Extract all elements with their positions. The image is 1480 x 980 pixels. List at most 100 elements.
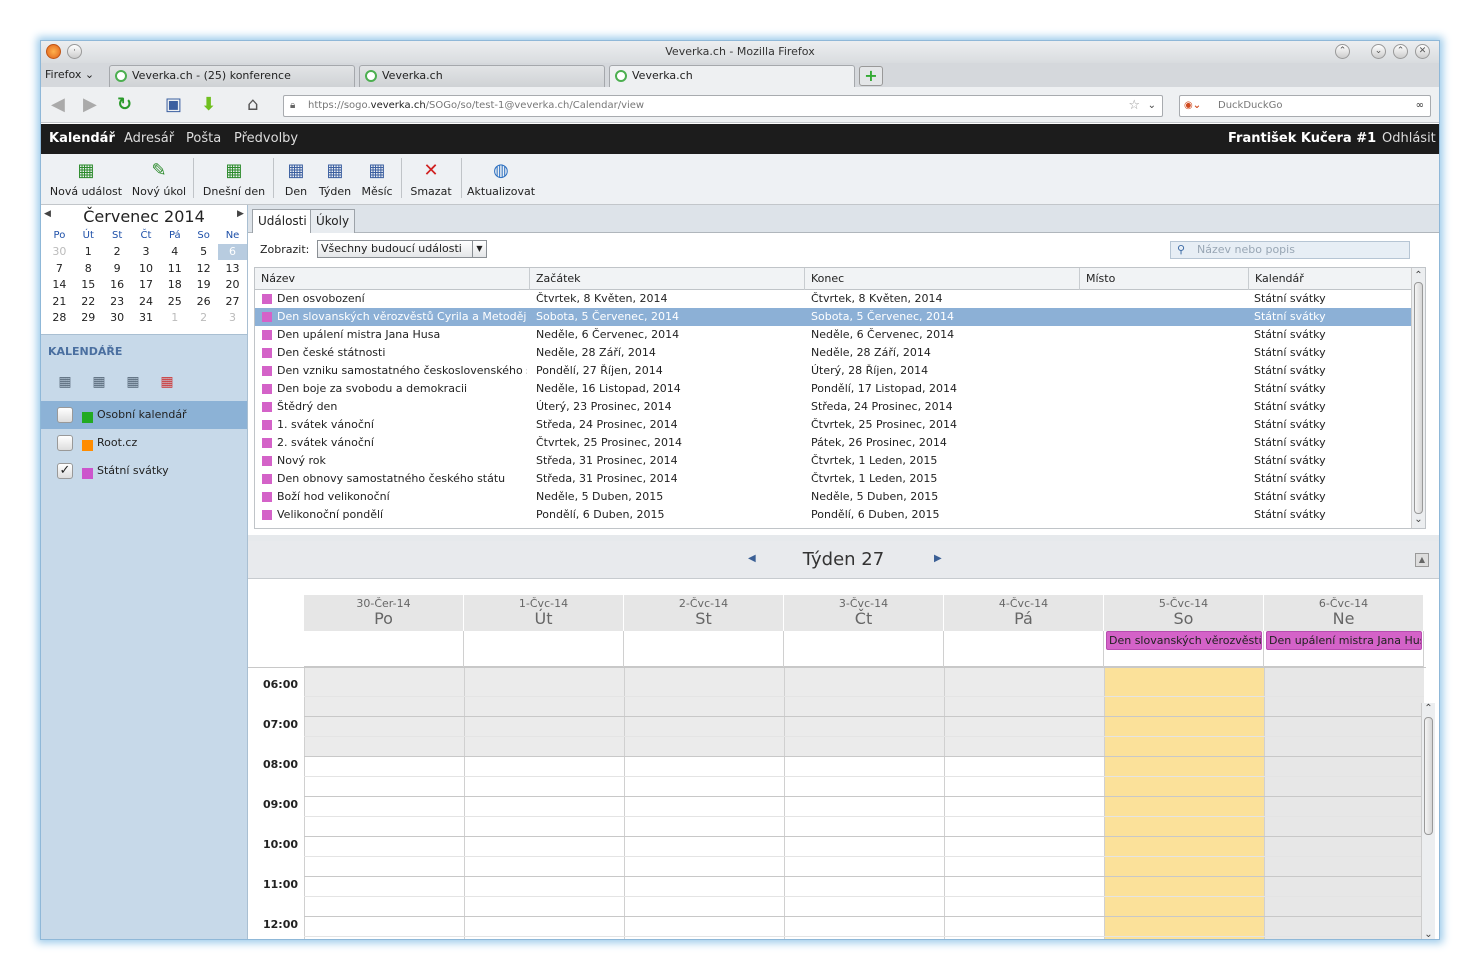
day-header[interactable]: 5-Čvc-14 So	[1104, 595, 1264, 631]
calendar-properties-icon[interactable]: ▦	[123, 373, 143, 391]
event-row[interactable]: Den vzniku samostatného československého…	[255, 362, 1417, 380]
day-header[interactable]: 1-Čvc-14 Út	[464, 595, 624, 631]
mini-calendar-day[interactable]: 8	[74, 260, 103, 277]
mini-calendar-day[interactable]: 23	[103, 293, 132, 310]
next-week-icon[interactable]: ▶	[934, 553, 942, 564]
event-row[interactable]: Den upálení mistra Jana Husa Neděle, 6 Č…	[255, 326, 1417, 344]
mini-calendar-day[interactable]: 1	[160, 310, 189, 327]
mini-calendar-day[interactable]: 22	[74, 293, 103, 310]
column-header-name[interactable]: Název	[255, 268, 530, 290]
logout-link[interactable]: Odhlásit	[1382, 131, 1436, 146]
event-row[interactable]: 2. svátek vánoční Čtvrtek, 25 Prosinec, …	[255, 434, 1417, 452]
column-header-place[interactable]: Místo	[1080, 268, 1249, 290]
calendar-item-holidays[interactable]: ✓ Státní svátky	[41, 457, 247, 485]
day-column[interactable]	[1264, 668, 1424, 939]
mini-calendar-day[interactable]: 10	[132, 260, 161, 277]
new-event-button[interactable]: ▦ Nová událost	[47, 156, 125, 198]
download-icon[interactable]: ⬇	[201, 95, 216, 115]
all-day-cell[interactable]	[304, 631, 464, 667]
mini-calendar-day[interactable]: 18	[160, 277, 189, 294]
mini-calendar-day[interactable]: 28	[45, 310, 74, 327]
mini-calendar-day[interactable]: 31	[132, 310, 161, 327]
mini-calendar-day[interactable]: 30	[103, 310, 132, 327]
day-header[interactable]: 2-Čvc-14 St	[624, 595, 784, 631]
day-header[interactable]: 6-Čvc-14 Ne	[1264, 595, 1424, 631]
minimize-icon[interactable]: ⌄	[1371, 44, 1386, 59]
mini-calendar-day[interactable]: 16	[103, 277, 132, 294]
maximize-icon[interactable]: ⌃	[1393, 44, 1408, 59]
mini-calendar-day[interactable]: 26	[189, 293, 218, 310]
mini-calendar-day[interactable]: 2	[189, 310, 218, 327]
browser-tab-active[interactable]: Veverka.ch	[609, 65, 855, 87]
all-day-cell[interactable]	[944, 631, 1104, 667]
mini-calendar-day[interactable]: 15	[74, 277, 103, 294]
mini-calendar-day[interactable]: 24	[132, 293, 161, 310]
nav-contacts[interactable]: Adresář	[124, 131, 174, 146]
binoculars-icon[interactable]: ∞	[1416, 96, 1424, 116]
week-scrollbar[interactable]: ⌃ ⌄	[1421, 703, 1435, 939]
event-row[interactable]: Velikonoční pondělí Pondělí, 6 Duben, 20…	[255, 506, 1417, 524]
scroll-up-icon[interactable]: ⌃	[1422, 703, 1435, 715]
star-icon[interactable]: ☆	[1128, 96, 1140, 116]
duckduckgo-icon[interactable]: ◉⌄	[1184, 96, 1201, 116]
mini-calendar-day[interactable]: 13	[218, 260, 247, 277]
scroll-up-icon[interactable]: ⌃	[1412, 270, 1425, 282]
firefox-menu-button[interactable]: Firefox ⌄	[45, 66, 94, 84]
all-day-cell[interactable]	[464, 631, 624, 667]
event-row[interactable]: Den obnovy samostatného českého státu St…	[255, 470, 1417, 488]
event-row[interactable]: Den české státnosti Neděle, 28 Září, 201…	[255, 344, 1417, 362]
web-search-input[interactable]: ◉⌄ DuckDuckGo ∞	[1179, 95, 1431, 117]
scroll-down-icon[interactable]: ⌄	[1422, 929, 1435, 939]
mini-calendar-day[interactable]: 11	[160, 260, 189, 277]
mini-calendar-day[interactable]: 17	[132, 277, 161, 294]
event-row[interactable]: Štědrý den Úterý, 23 Prosinec, 2014 Stře…	[255, 398, 1417, 416]
tab-tasks[interactable]: Úkoly	[310, 209, 356, 233]
home-icon[interactable]: ⌂	[247, 95, 258, 115]
delete-calendar-icon[interactable]: ▦	[157, 373, 177, 391]
mini-calendar-day[interactable]: 20	[218, 277, 247, 294]
back-icon[interactable]: ◀	[51, 95, 65, 115]
all-day-event[interactable]: Den slovanských věrozvěstů	[1106, 631, 1262, 650]
event-row[interactable]: Den slovanských věrozvěstů Cyrila a Meto…	[255, 308, 1417, 326]
delete-button[interactable]: ✕ Smazat	[407, 156, 455, 198]
mini-calendar-day[interactable]: 25	[160, 293, 189, 310]
new-tab-button[interactable]: +	[859, 66, 883, 86]
event-row[interactable]: Den boje za svobodu a demokracii Neděle,…	[255, 380, 1417, 398]
calendar-checkbox[interactable]	[57, 435, 73, 451]
nav-preferences[interactable]: Předvolby	[234, 131, 298, 146]
all-day-cell[interactable]	[624, 631, 784, 667]
mini-calendar-day[interactable]: 30	[45, 244, 74, 261]
today-button[interactable]: ▦ Dnešní den	[201, 156, 267, 198]
calendar-checkbox-checked[interactable]: ✓	[57, 463, 73, 479]
mini-calendar-day[interactable]: 7	[45, 260, 74, 277]
column-header-start[interactable]: Začátek	[530, 268, 805, 290]
event-row[interactable]: Nový rok Středa, 31 Prosinec, 2014 Čtvrt…	[255, 452, 1417, 470]
scrollbar-thumb[interactable]	[1424, 717, 1433, 835]
day-view-button[interactable]: ▦ Den	[281, 156, 311, 198]
url-bar[interactable]: 🔒︎ https://sogo.veverka.ch/SOGo/so/test-…	[283, 95, 1163, 117]
calendar-item-rootcz[interactable]: Root.cz	[41, 429, 247, 457]
reload-icon[interactable]: ↻	[117, 95, 132, 115]
mini-calendar-day[interactable]: 14	[45, 277, 74, 294]
day-header[interactable]: 3-Čvc-14 Čt	[784, 595, 944, 631]
new-task-button[interactable]: ✎ Nový úkol	[129, 156, 189, 198]
nav-mail[interactable]: Pošta	[186, 131, 221, 146]
mini-calendar-day[interactable]: 19	[189, 277, 218, 294]
mini-calendar-day[interactable]: 12	[189, 260, 218, 277]
mini-calendar-day[interactable]: 5	[189, 244, 218, 261]
scrollbar-thumb[interactable]	[1414, 282, 1423, 514]
mini-calendar-day[interactable]: 3	[218, 310, 247, 327]
mini-calendar-day[interactable]: 1	[74, 244, 103, 261]
bookmarks-icon[interactable]: ▣	[165, 95, 182, 115]
all-day-cell[interactable]	[784, 631, 944, 667]
mini-calendar-day[interactable]: 21	[45, 293, 74, 310]
day-header[interactable]: 4-Čvc-14 Pá	[944, 595, 1104, 631]
shade-icon[interactable]: ⌃	[1335, 44, 1350, 59]
subscribe-calendar-icon[interactable]: ▦	[89, 373, 109, 391]
mini-calendar-day[interactable]: 2	[103, 244, 132, 261]
browser-tab[interactable]: Veverka.ch	[359, 65, 605, 87]
event-row[interactable]: Den osvobození Čtvrtek, 8 Květen, 2014 Č…	[255, 290, 1417, 308]
chevron-down-icon[interactable]: ⌄	[1148, 96, 1156, 116]
refresh-button[interactable]: ◍ Aktualizovat	[467, 156, 535, 198]
mini-calendar-day[interactable]: 3	[132, 244, 161, 261]
